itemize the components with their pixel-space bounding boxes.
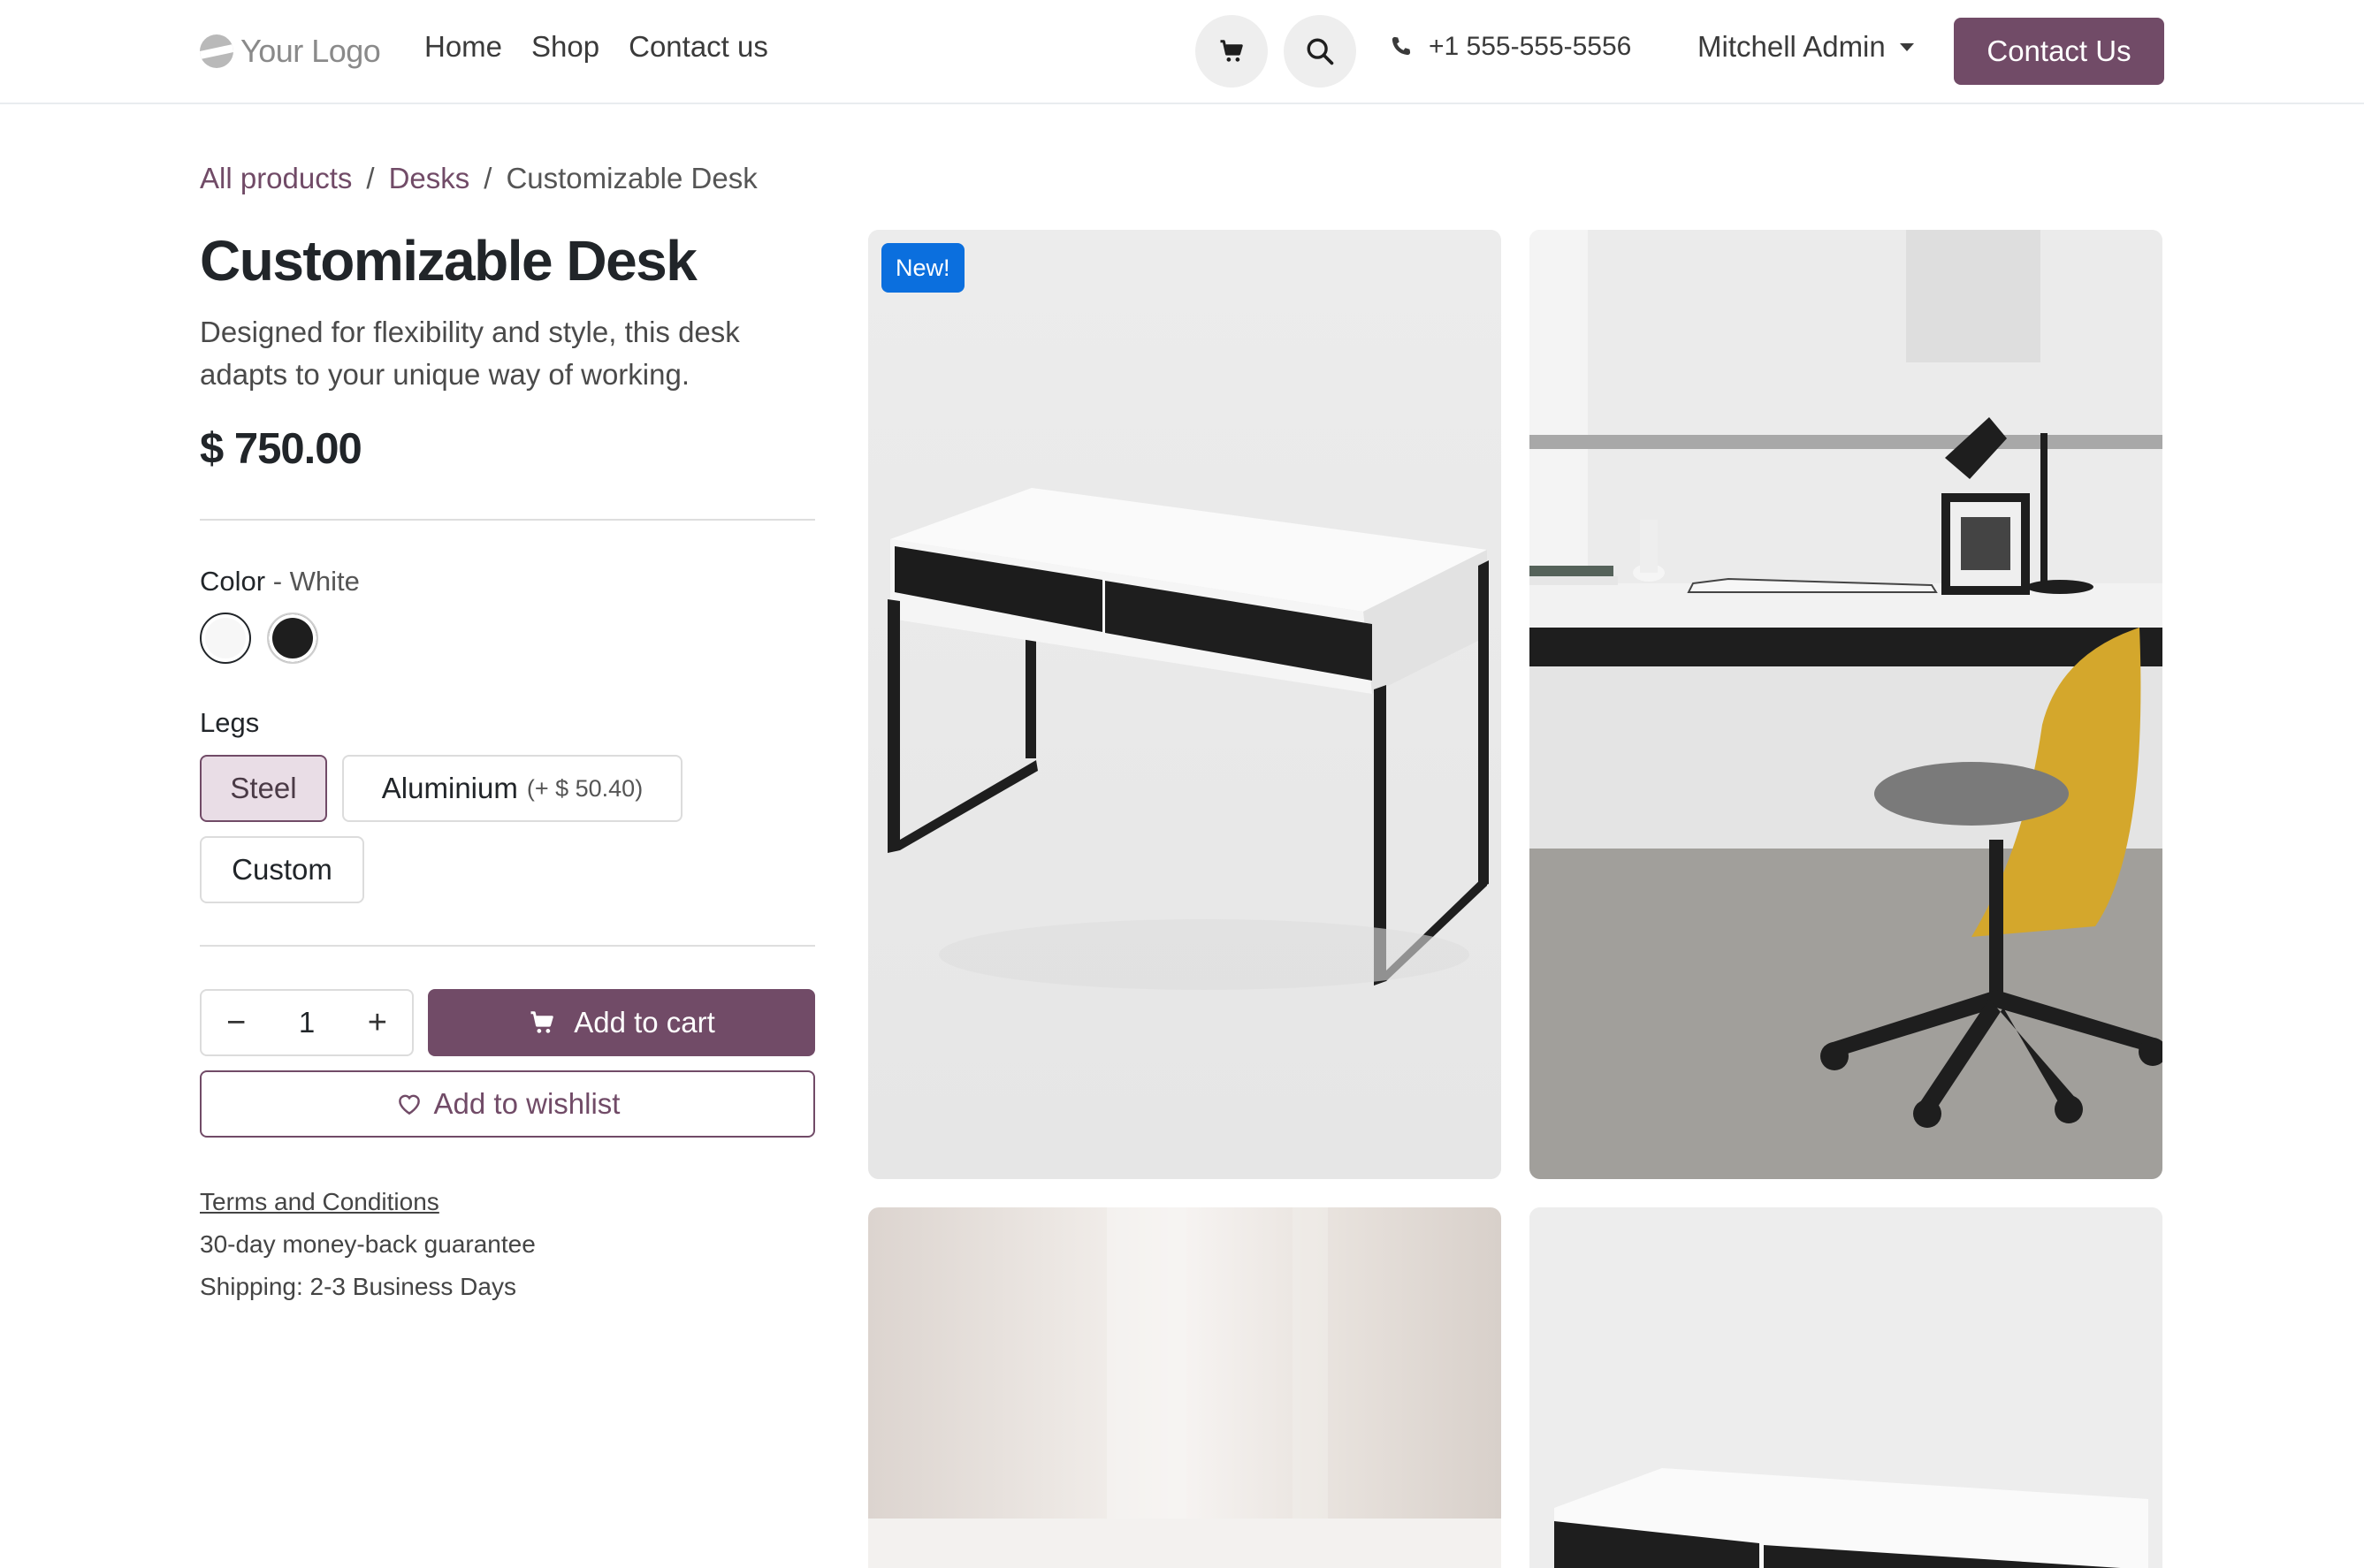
terms-link[interactable]: Terms and Conditions bbox=[200, 1188, 439, 1216]
breadcrumb-desks[interactable]: Desks bbox=[389, 162, 470, 195]
divider bbox=[200, 519, 815, 521]
shipping-text: Shipping: 2-3 Business Days bbox=[200, 1273, 516, 1300]
search-button[interactable] bbox=[1284, 15, 1356, 88]
room-illustration bbox=[1529, 230, 2162, 1179]
color-swatch-black[interactable] bbox=[267, 613, 318, 664]
legs-option-custom[interactable]: Custom bbox=[200, 836, 364, 903]
nav-shop[interactable]: Shop bbox=[531, 30, 599, 64]
product-title: Customizable Desk bbox=[200, 229, 698, 293]
contact-us-button[interactable]: Contact Us bbox=[1954, 18, 2164, 85]
nav-home[interactable]: Home bbox=[424, 30, 502, 64]
phone-number: +1 555-555-5556 bbox=[1429, 32, 1632, 61]
main-nav: Home Shop Contact us bbox=[424, 30, 768, 64]
logo-text: Your Logo bbox=[240, 33, 381, 69]
legs-option-aluminium[interactable]: Aluminium (+ $ 50.40) bbox=[342, 755, 683, 822]
quantity-decrease-button[interactable]: − bbox=[226, 1004, 246, 1042]
logo[interactable]: Your Logo bbox=[200, 28, 381, 74]
legs-option-steel[interactable]: Steel bbox=[200, 755, 327, 822]
color-label: Color - White bbox=[200, 566, 360, 597]
product-image-room[interactable] bbox=[1529, 230, 2162, 1179]
cart-button[interactable] bbox=[1195, 15, 1268, 88]
nav-contact-us[interactable]: Contact us bbox=[629, 30, 768, 64]
cart-icon bbox=[530, 1011, 553, 1033]
breadcrumb-all-products[interactable]: All products bbox=[200, 162, 352, 195]
quantity-increase-button[interactable]: + bbox=[368, 1004, 387, 1042]
detail-illustration bbox=[868, 1207, 1501, 1568]
divider bbox=[200, 945, 815, 947]
legs-option-price-extra: (+ $ 50.40) bbox=[526, 774, 644, 802]
product-image-corner[interactable] bbox=[1529, 1207, 2162, 1568]
product-description: Designed for flexibility and style, this… bbox=[200, 316, 740, 391]
legs-label: Legs bbox=[200, 707, 260, 738]
cart-icon bbox=[1220, 40, 1243, 62]
color-selected-value: White bbox=[289, 566, 360, 597]
add-to-wishlist-button[interactable]: Add to wishlist bbox=[200, 1070, 815, 1138]
quantity-input[interactable]: 1 bbox=[299, 1006, 315, 1039]
phone-link[interactable]: +1 555-555-5556 bbox=[1388, 32, 1631, 62]
add-to-cart-button[interactable]: Add to cart bbox=[428, 989, 815, 1056]
corner-illustration bbox=[1529, 1207, 2162, 1568]
breadcrumb-current: Customizable Desk bbox=[506, 162, 758, 194]
site-header: Your Logo Home Shop Contact us +1 555-55… bbox=[0, 0, 2364, 104]
phone-icon bbox=[1392, 36, 1411, 56]
product-price: $ 750.00 bbox=[200, 425, 362, 473]
new-badge: New! bbox=[881, 243, 965, 293]
quantity-stepper: − 1 + bbox=[200, 989, 414, 1056]
product-image-desk[interactable] bbox=[868, 230, 1501, 1179]
search-icon bbox=[1307, 38, 1334, 65]
user-name: Mitchell Admin bbox=[1697, 30, 1886, 63]
heart-icon bbox=[398, 1094, 420, 1115]
logo-mark-icon bbox=[200, 34, 233, 68]
desk-illustration bbox=[868, 230, 1501, 1179]
product-image-detail[interactable] bbox=[868, 1207, 1501, 1568]
chevron-down-icon bbox=[1899, 42, 1914, 51]
breadcrumb-separator: / bbox=[366, 162, 375, 194]
breadcrumb: All products / Desks / Customizable Desk bbox=[200, 162, 758, 195]
breadcrumb-separator: / bbox=[484, 162, 492, 194]
guarantee-text: 30-day money-back guarantee bbox=[200, 1230, 536, 1258]
user-menu[interactable]: Mitchell Admin bbox=[1697, 30, 1914, 64]
color-swatch-white[interactable] bbox=[200, 613, 251, 664]
